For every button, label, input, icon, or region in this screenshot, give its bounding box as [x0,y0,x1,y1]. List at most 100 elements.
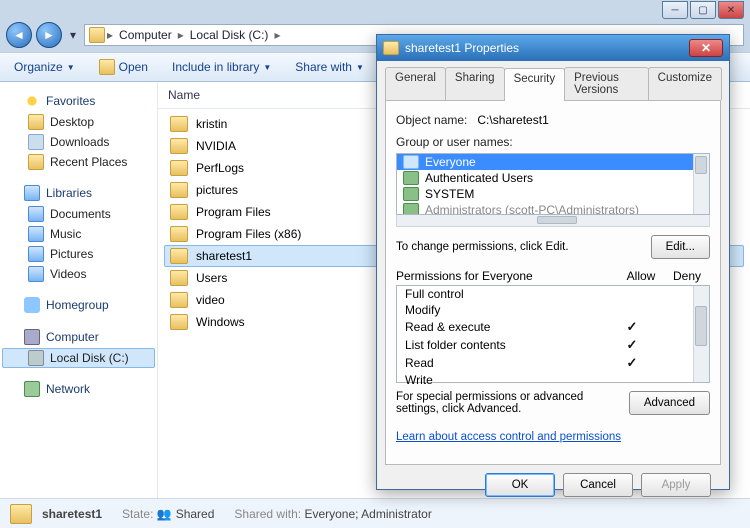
tab-previous-versions[interactable]: Previous Versions [564,67,649,100]
check-icon: ✓ [627,355,638,370]
check-icon: ✓ [627,319,638,334]
user-group-icon [403,171,419,185]
group-item[interactable]: Everyone [397,154,709,170]
edit-button[interactable]: Edit... [651,235,710,259]
folder-icon [170,226,188,242]
user-group-icon [403,187,419,201]
permission-name: Write [405,373,609,387]
permission-row: List folder contents✓ [397,336,709,354]
network-icon [24,381,40,397]
groups-listbox[interactable]: EveryoneAuthenticated Users SYSTEMAdminis… [396,153,710,215]
group-name: SYSTEM [425,187,474,201]
sidebar-libraries[interactable]: Libraries [2,182,155,204]
permissions-for-label: Permissions for Everyone [396,269,618,283]
file-name: sharetest1 [196,249,252,263]
file-name: kristin [196,117,227,131]
file-name: Program Files (x86) [196,227,301,241]
open-button[interactable]: Open [93,56,154,78]
group-item[interactable]: Authenticated Users [397,170,709,186]
group-name: Authenticated Users [425,171,533,185]
advanced-button[interactable]: Advanced [629,391,710,415]
ok-button[interactable]: OK [485,473,555,497]
sidebar-network[interactable]: Network [2,378,155,400]
sidebar-item-pictures[interactable]: Pictures [2,244,155,264]
file-name: Windows [196,315,245,329]
sidebar-item-desktop[interactable]: Desktop [2,112,155,132]
dialog-titlebar[interactable]: sharetest1 Properties ✕ [377,35,729,61]
sidebar-item-recent[interactable]: Recent Places [2,152,155,172]
crumb-local-disk[interactable]: Local Disk (C:) [186,28,273,42]
sidebar-item-documents[interactable]: Documents [2,204,155,224]
apply-button[interactable]: Apply [641,473,711,497]
scrollbar-vertical[interactable] [693,286,709,382]
tab-sharing[interactable]: Sharing [445,67,505,100]
drive-icon [89,27,105,43]
disk-icon [28,350,44,366]
tab-security[interactable]: Security [504,68,566,101]
allow-cell: ✓ [609,355,655,371]
folder-icon [170,292,188,308]
dialog-close-button[interactable]: ✕ [689,39,723,57]
crumb-computer[interactable]: Computer [115,28,176,42]
file-name: NVIDIA [196,139,236,153]
folder-open-icon [99,59,115,75]
group-item[interactable]: SYSTEM [397,186,709,202]
file-name: pictures [196,183,238,197]
share-with-button[interactable]: Share with▼ [289,57,370,77]
nav-history-dropdown[interactable]: ▾ [66,25,80,45]
people-icon: 👥 [157,507,172,521]
folder-icon [170,314,188,330]
user-group-icon [403,203,419,215]
deny-column: Deny [664,269,710,283]
folder-icon [170,270,188,286]
sidebar-favorites[interactable]: Favorites [2,90,155,112]
file-name: video [196,293,225,307]
sidebar-item-downloads[interactable]: Downloads [2,132,155,152]
permission-name: Read & execute [405,320,609,334]
status-shared-value: Everyone; Administrator [304,507,431,521]
organize-button[interactable]: Organize▼ [8,57,81,77]
nav-back-button[interactable]: ◄ [6,22,32,48]
object-name-value: C:\sharetest1 [477,113,548,127]
learn-link[interactable]: Learn about access control and permissio… [396,431,621,443]
group-item[interactable]: Administrators (scott-PC\Administrators) [397,202,709,215]
sidebar-item-local-disk[interactable]: Local Disk (C:) [2,348,155,368]
file-name: Users [196,271,227,285]
status-state-label: State: [122,507,153,521]
permission-name: List folder contents [405,338,609,352]
folder-icon [383,41,399,55]
tab-general[interactable]: General [385,67,446,100]
scrollbar-vertical[interactable] [693,154,709,214]
folder-icon [170,248,188,264]
advanced-text: For special permissions or advanced sett… [396,391,621,415]
include-in-library-button[interactable]: Include in library▼ [166,57,277,77]
permissions-listbox[interactable]: Full controlModifyRead & execute✓List fo… [396,285,710,383]
cancel-button[interactable]: Cancel [563,473,633,497]
sidebar-item-videos[interactable]: Videos [2,264,155,284]
window-close-button[interactable]: ✕ [718,1,744,19]
status-state-value: Shared [176,507,215,521]
homegroup-icon [24,297,40,313]
computer-icon [24,329,40,345]
documents-icon [28,206,44,222]
sidebar-item-music[interactable]: Music [2,224,155,244]
window-maximize-button[interactable]: ▢ [690,1,716,19]
nav-forward-button[interactable]: ► [36,22,62,48]
window-minimize-button[interactable]: ─ [662,1,688,19]
allow-cell: ✓ [609,337,655,353]
permission-name: Full control [405,287,609,301]
object-name-label: Object name: [396,113,467,127]
allow-column: Allow [618,269,664,283]
folder-icon [10,504,32,524]
permission-name: Read [405,356,609,370]
file-name: Program Files [196,205,271,219]
scrollbar-horizontal[interactable] [396,215,710,227]
folder-icon [170,138,188,154]
tab-customize[interactable]: Customize [648,67,722,100]
libraries-icon [24,185,40,201]
recent-icon [28,154,44,170]
sidebar-computer[interactable]: Computer [2,326,155,348]
file-name: PerfLogs [196,161,244,175]
user-group-icon [403,155,419,169]
sidebar-homegroup[interactable]: Homegroup [2,294,155,316]
